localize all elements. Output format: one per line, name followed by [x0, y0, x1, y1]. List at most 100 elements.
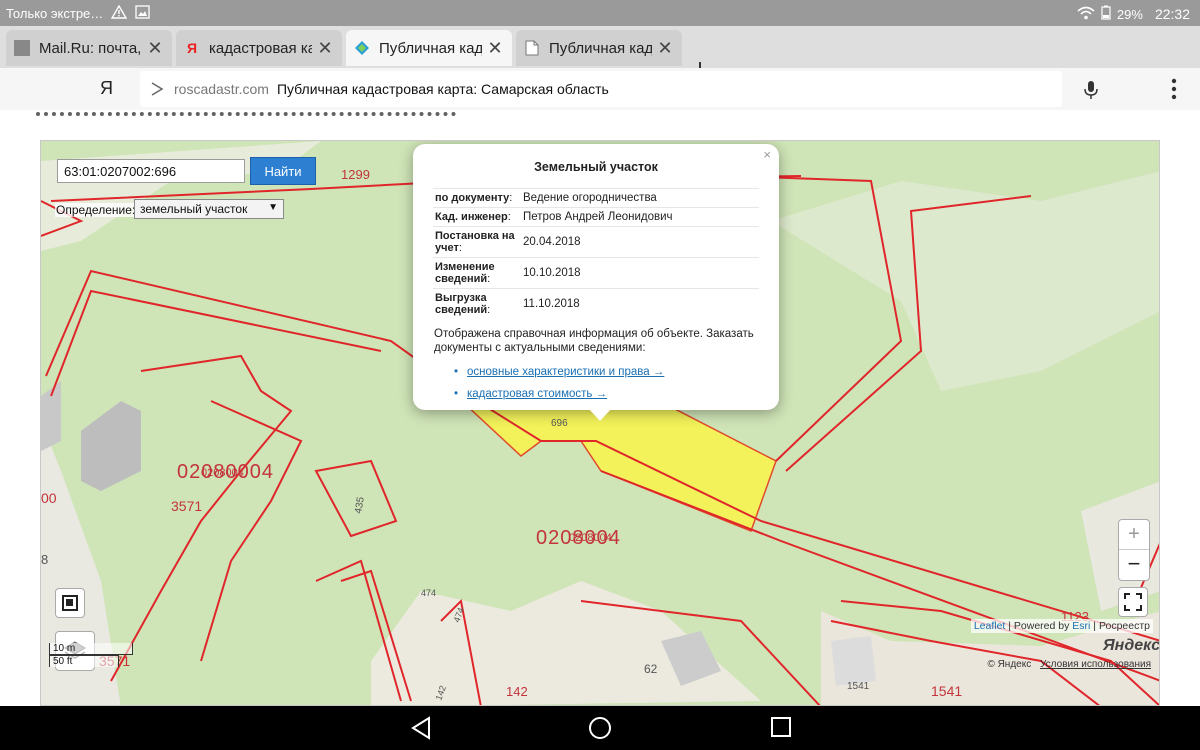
android-nav-bar	[0, 706, 1200, 750]
definition-value: земельный участок	[140, 202, 248, 216]
map-label-62: 62	[644, 662, 658, 676]
row-key: Выгрузка сведений	[435, 292, 488, 317]
close-icon[interactable]: ×	[763, 147, 771, 162]
map-label-1541b: 1541	[847, 681, 870, 692]
page-header-fragment	[36, 110, 456, 116]
cadastral-map[interactable]: 1299 02080004 0208004 3571 0208004 02080…	[40, 140, 1160, 706]
close-tab-icon[interactable]: ✕	[656, 38, 674, 59]
map-label-142a: 142	[506, 684, 528, 699]
close-tab-icon[interactable]: ✕	[316, 38, 334, 59]
fullscreen-toggle-button[interactable]	[55, 588, 85, 618]
close-tab-icon[interactable]: ✕	[486, 38, 504, 59]
popup-links: основные характеристики и права → кадаст…	[454, 361, 664, 405]
home-icon[interactable]	[588, 716, 612, 745]
map-label-3571a: 3571	[171, 498, 202, 514]
page-content: 1299 02080004 0208004 3571 0208004 02080…	[0, 110, 1200, 706]
map-label-474a: 474	[421, 588, 436, 598]
zoom-control: + −	[1118, 519, 1150, 581]
popup-note: Отображена справочная информация об объе…	[434, 328, 754, 354]
map-label-1541a: 1541	[931, 683, 962, 699]
tab-roscadastr-doc[interactable]: Публичная кадас ✕	[516, 30, 682, 66]
table-row: Кад. инженер: Петров Андрей Леонидович	[433, 207, 759, 227]
row-value: 11.10.2018	[521, 288, 759, 320]
document-icon	[524, 40, 540, 56]
link-cadastral-value[interactable]: кадастровая стоимость →	[454, 383, 664, 405]
tab-mailru[interactable]: Mail.Ru: почта, по ✕	[6, 30, 172, 66]
tab-label: Публичная кадас	[379, 39, 482, 57]
frame-icon	[62, 595, 78, 611]
popup-title: Земельный участок	[534, 160, 658, 174]
attribution-powered: | Powered by	[1008, 620, 1070, 632]
dropdown-arrow-icon: ▼	[268, 202, 278, 213]
table-row: Выгрузка сведений: 11.10.2018	[433, 288, 759, 320]
tab-label: Публичная кадас	[549, 39, 652, 57]
link-main-characteristics[interactable]: основные характеристики и права →	[454, 361, 664, 383]
address-domain: roscadastr.com	[174, 81, 269, 97]
address-page-title: Публичная кадастровая карта: Самарская о…	[276, 81, 609, 97]
microphone-icon[interactable]	[1083, 80, 1099, 105]
expand-icon	[1124, 593, 1142, 611]
map-label-quarter-center-small: 0208004	[569, 532, 612, 544]
tab-yandex-search[interactable]: Я кадастровая карт ✕	[176, 30, 342, 66]
security-icon[interactable]	[150, 82, 164, 96]
yandex-icon: Я	[186, 40, 198, 56]
address-bar[interactable]: roscadastr.com Публичная кадастровая кар…	[140, 71, 1062, 107]
status-bar: Только экстре… 29% 22:32	[0, 0, 1200, 26]
definition-label: Определение:	[55, 203, 137, 217]
tab-label: кадастровая карт	[209, 39, 312, 57]
table-row: по документу: Ведение огородничества	[433, 188, 759, 208]
recent-apps-icon[interactable]	[770, 716, 792, 743]
yandex-logo[interactable]: Я	[100, 78, 113, 99]
row-key: по документу	[435, 192, 510, 204]
definition-select[interactable]: земельный участок ▼	[134, 199, 284, 219]
table-row: Изменение сведений: 10.10.2018	[433, 257, 759, 289]
scale-imperial: 50 ft	[49, 655, 119, 667]
yandex-brand-logo: Яндекс	[1103, 637, 1160, 654]
leaflet-link[interactable]: Leaflet	[974, 620, 1006, 632]
tab-label: Mail.Ru: почта, по	[39, 39, 142, 57]
zoom-in-button[interactable]: +	[1119, 520, 1149, 550]
expand-map-button[interactable]	[1118, 587, 1148, 617]
image-icon	[135, 5, 150, 22]
row-value: Петров Андрей Леонидович	[521, 207, 759, 227]
copyright: © Яндекс Условия использования	[987, 659, 1151, 670]
popup-tip	[589, 409, 611, 421]
tab-roscadastr-active[interactable]: Публичная кадас ✕	[346, 30, 512, 66]
copyright-text: © Яндекс	[987, 659, 1032, 670]
zoom-out-button[interactable]: −	[1119, 550, 1149, 580]
row-value: 20.04.2018	[521, 226, 759, 258]
wifi-icon	[1077, 6, 1095, 23]
battery-icon	[1101, 5, 1111, 23]
map-label-8: 8	[41, 552, 48, 567]
roscadastr-icon	[354, 40, 370, 56]
row-key: Кад. инженер	[435, 211, 508, 223]
cadastral-number-input[interactable]	[57, 159, 245, 183]
esri-link[interactable]: Esri	[1072, 620, 1090, 632]
close-tab-icon[interactable]: ✕	[146, 38, 164, 59]
tab-strip: Mail.Ru: почта, по ✕ Я кадастровая карт …	[0, 26, 1200, 78]
table-row: Постановка на учет: 20.04.2018	[433, 226, 759, 258]
back-icon[interactable]	[410, 716, 432, 745]
attribution-rosreestr: | Росреестр	[1093, 620, 1150, 632]
find-button[interactable]: Найти	[250, 157, 316, 185]
map-label-1299: 1299	[341, 167, 370, 182]
land-plot-popup: Земельный участок × по документу: Ведени…	[413, 144, 779, 410]
scale-metric: 10 m	[49, 643, 133, 655]
row-value: Ведение огородничества	[521, 188, 759, 208]
map-label-00: 00	[41, 490, 57, 506]
map-attribution: Leaflet | Powered by Esri | Росреестр	[970, 619, 1153, 633]
mailru-icon	[14, 40, 30, 56]
map-label-435: 435	[353, 496, 367, 515]
map-scale: 10 m 50 ft	[49, 643, 133, 667]
map-label-quarter-left-small: 0208004	[201, 467, 244, 479]
terms-link[interactable]: Условия использования	[1040, 659, 1151, 670]
notification-text: Только экстре…	[6, 6, 104, 21]
warning-icon	[111, 4, 128, 22]
omnibar: Я roscadastr.com Публичная кадастровая к…	[0, 68, 1200, 110]
menu-dots-icon[interactable]	[1170, 78, 1178, 105]
popup-info-table: по документу: Ведение огородничества Кад…	[433, 188, 759, 320]
battery-level: 29%	[1116, 6, 1143, 22]
clock: 22:32	[1154, 6, 1190, 22]
row-key: Изменение сведений	[435, 261, 495, 285]
row-value: 10.10.2018	[521, 257, 759, 289]
